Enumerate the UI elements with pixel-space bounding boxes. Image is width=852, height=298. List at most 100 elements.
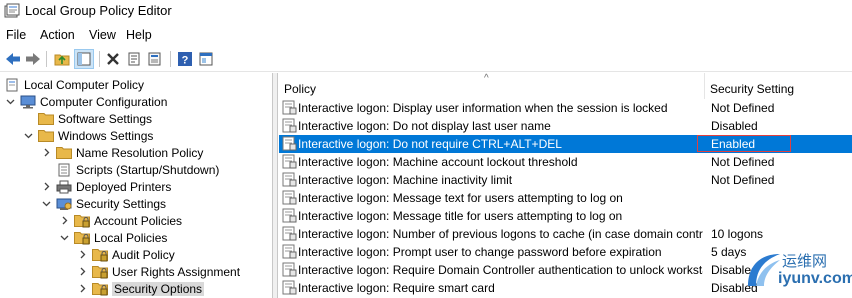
tree-label: User Rights Assignment — [112, 264, 241, 279]
table-row[interactable]: Interactive logon: Display user informat… — [279, 99, 852, 117]
tree-item-security-options[interactable]: Security Options — [76, 280, 205, 297]
policy-name: Interactive logon: Require Domain Contro… — [298, 263, 703, 277]
tree-item-user-rights-assignment[interactable]: User Rights Assignment — [76, 263, 240, 280]
group-policy-app-icon — [4, 3, 20, 18]
tree-item-deployed-printers[interactable]: Deployed Printers — [40, 178, 171, 195]
tree-label: Scripts (Startup/Shutdown) — [76, 162, 220, 177]
properties-icon[interactable] — [124, 49, 144, 69]
menu-bar: File Action View Help — [0, 25, 852, 45]
chevron-right-icon[interactable] — [76, 249, 88, 261]
scripts-icon — [56, 163, 72, 177]
tree-item-local-computer-policy[interactable]: Local Computer Policy — [4, 76, 144, 93]
tree-item-account-policies[interactable]: Account Policies — [58, 212, 182, 229]
help-icon[interactable]: ? — [175, 49, 195, 69]
delete-icon[interactable] — [103, 49, 123, 69]
policy-setting-icon — [282, 244, 297, 259]
locked-folder-icon — [74, 214, 90, 228]
column-header-policy[interactable]: Policy — [279, 73, 703, 99]
tree-label: Security Options — [112, 281, 205, 296]
policy-name: Interactive logon: Number of previous lo… — [298, 227, 703, 241]
policy-setting-icon — [282, 118, 297, 133]
security-setting-value: Not Defined — [711, 101, 775, 115]
table-row[interactable]: Interactive logon: Machine account locko… — [279, 153, 852, 171]
tree-item-computer-configuration[interactable]: Computer Configuration — [4, 93, 167, 110]
table-row[interactable]: Interactive logon: Message text for user… — [279, 189, 852, 207]
locked-folder-icon — [92, 282, 108, 296]
watermark-url: iyunv.com — [778, 270, 852, 287]
table-row[interactable]: Interactive logon: Do not display last u… — [279, 117, 852, 135]
tree-label: Deployed Printers — [76, 179, 172, 194]
window-title: Local Group Policy Editor — [25, 3, 172, 18]
forward-icon[interactable] — [23, 49, 43, 69]
tree-item-scripts[interactable]: Scripts (Startup/Shutdown) — [40, 161, 219, 178]
tree-item-security-settings[interactable]: Security Settings — [40, 195, 166, 212]
tree-item-local-policies[interactable]: Local Policies — [58, 229, 167, 246]
expander-blank — [22, 113, 34, 125]
security-setting-value: Not Defined — [711, 173, 775, 187]
table-row[interactable]: Interactive logon: Machine inactivity li… — [279, 171, 852, 189]
chevron-right-icon[interactable] — [76, 283, 88, 295]
column-header-security-setting[interactable]: Security Setting — [705, 73, 852, 99]
console-tree: Local Computer Policy Computer Configura… — [0, 73, 273, 298]
menu-action[interactable]: Action — [40, 28, 75, 42]
menu-file[interactable]: File — [6, 28, 26, 42]
table-row[interactable]: Interactive logon: Do not require CTRL+A… — [279, 135, 852, 153]
expander-blank — [40, 164, 52, 176]
back-icon[interactable] — [3, 49, 23, 69]
chevron-right-icon[interactable] — [40, 181, 52, 193]
watermark: 运维网 iyunv.com — [742, 246, 852, 296]
security-setting-value: Enabled — [711, 137, 756, 151]
pane-splitter[interactable] — [273, 73, 278, 298]
policy-name: Interactive logon: Require smart card — [298, 281, 495, 295]
policy-setting-icon — [282, 172, 297, 187]
watermark-text: 运维网 — [782, 252, 828, 270]
chevron-right-icon[interactable] — [76, 266, 88, 278]
export-list-icon[interactable] — [145, 49, 165, 69]
console-icon[interactable] — [196, 49, 216, 69]
svg-text:?: ? — [182, 55, 189, 67]
up-folder-icon[interactable] — [52, 49, 72, 69]
policy-name: Interactive logon: Message text for user… — [298, 191, 623, 205]
table-row[interactable]: Interactive logon: Message title for use… — [279, 207, 852, 225]
tree-item-name-resolution-policy[interactable]: Name Resolution Policy — [40, 144, 203, 161]
toolbar: ? — [0, 46, 852, 72]
policy-setting-icon — [282, 100, 297, 115]
tree-label: Account Policies — [94, 213, 183, 228]
tree-item-software-settings[interactable]: Software Settings — [22, 110, 152, 127]
tree-item-windows-settings[interactable]: Windows Settings — [22, 127, 153, 144]
locked-folder-icon — [92, 248, 108, 262]
policy-name: Interactive logon: Machine account locko… — [298, 155, 578, 169]
chevron-down-icon[interactable] — [22, 130, 34, 142]
computer-icon — [20, 95, 36, 109]
printer-icon — [56, 180, 72, 194]
tree-label: Local Policies — [94, 230, 168, 245]
policy-name: Interactive logon: Display user informat… — [298, 101, 668, 115]
menu-help[interactable]: Help — [126, 28, 152, 42]
chevron-down-icon[interactable] — [40, 198, 52, 210]
security-setting-value: 10 logons — [711, 227, 764, 241]
tree-label: Windows Settings — [58, 128, 154, 143]
tree-label: Security Settings — [76, 196, 167, 211]
chevron-right-icon[interactable] — [40, 147, 52, 159]
policy-setting-icon — [282, 262, 297, 277]
table-row[interactable]: Interactive logon: Number of previous lo… — [279, 225, 852, 243]
chevron-down-icon[interactable] — [58, 232, 70, 244]
policy-setting-icon — [282, 280, 297, 295]
menu-view[interactable]: View — [89, 28, 116, 42]
locked-folder-icon — [74, 231, 90, 245]
chevron-down-icon[interactable] — [4, 96, 16, 108]
title-bar: Local Group Policy Editor — [0, 0, 852, 22]
policy-setting-icon — [282, 154, 297, 169]
locked-folder-icon — [92, 265, 108, 279]
security-settings-icon — [56, 197, 72, 211]
folder-icon — [38, 129, 54, 143]
folder-icon — [38, 112, 54, 126]
policy-name: Interactive logon: Do not require CTRL+A… — [298, 137, 562, 151]
policy-name: Interactive logon: Do not display last u… — [298, 119, 551, 133]
tree-label: Software Settings — [58, 111, 153, 126]
tree-item-audit-policy[interactable]: Audit Policy — [76, 246, 175, 263]
security-setting-value: Disabled — [711, 119, 758, 133]
show-hide-tree-icon[interactable] — [74, 49, 94, 69]
policy-name: Interactive logon: Machine inactivity li… — [298, 173, 513, 187]
chevron-right-icon[interactable] — [58, 215, 70, 227]
